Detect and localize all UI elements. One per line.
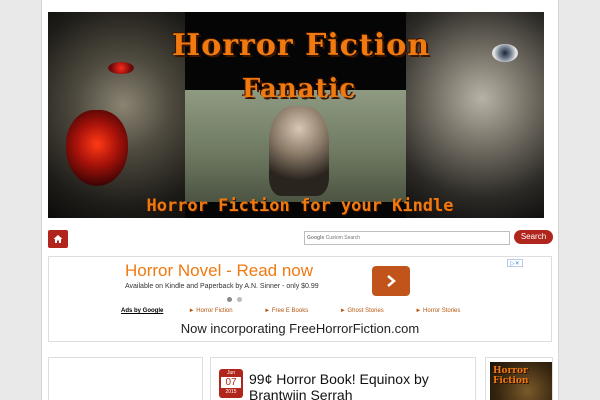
zombie-eye (108, 62, 134, 74)
banner-tagline: Horror Fiction for your Kindle (146, 196, 454, 216)
book-cover-image[interactable]: Horror Fiction (490, 362, 552, 400)
home-icon (53, 235, 63, 243)
right-sidebar-widget: Horror Fiction (485, 357, 553, 400)
ad-link-horror-fiction[interactable]: ► Horror Fiction (189, 308, 265, 314)
banner-title-line2: Fanatic (241, 74, 357, 104)
home-button[interactable] (48, 230, 68, 248)
ad-link-free-ebooks[interactable]: ► Free E Books (264, 308, 340, 314)
search-brand: Google (307, 235, 325, 241)
banner-title-line1: Horror Fiction (171, 28, 431, 63)
ad-carousel-dots (227, 297, 242, 302)
ad-arrow-button[interactable] (372, 266, 410, 296)
book-cover-text-2: Fiction (493, 376, 529, 386)
date-month: Jun (226, 370, 236, 376)
search-button[interactable]: Search (514, 230, 553, 244)
carousel-dot[interactable] (237, 297, 242, 302)
book-cover-text-1: Horror (493, 366, 528, 376)
date-year: 2015 (225, 389, 237, 395)
woman-figure (269, 106, 329, 196)
date-badge: Jun 07 2015 (219, 369, 243, 398)
ad-link-horror-stories[interactable]: ► Horror Stories (415, 308, 491, 314)
ad-title[interactable]: Horror Novel - Read now (125, 261, 313, 281)
search-input[interactable]: Google Custom Search (304, 231, 510, 245)
ad-link-ghost-stories[interactable]: ► Ghost Stories (340, 308, 416, 314)
carousel-dot[interactable] (227, 297, 232, 302)
chevron-right-icon (387, 275, 396, 287)
page-container: Horror Fiction Fanatic Horror Fiction fo… (41, 0, 559, 400)
post-title-link[interactable]: 99¢ Horror Book! Equinox by Brantwijn Se… (249, 371, 469, 400)
ad-subtitle[interactable]: Available on Kindle and Paperback by A.N… (125, 283, 319, 290)
ad-block: Horror Novel - Read now Available on Kin… (48, 256, 552, 342)
post-card: Jun 07 2015 99¢ Horror Book! Equinox by … (210, 357, 476, 400)
ad-choices-icon[interactable]: ▷✕ (507, 259, 523, 267)
date-day: 07 (221, 377, 241, 388)
nav-bar: Google Custom Search Search (48, 228, 553, 248)
left-sidebar-widget (48, 357, 203, 400)
site-banner[interactable]: Horror Fiction Fanatic Horror Fiction fo… (48, 12, 544, 218)
zombie-mouth (66, 110, 128, 186)
ads-by-google-link[interactable]: Ads by Google (121, 308, 189, 314)
ad-links: Ads by Google ► Horror Fiction ► Free E … (121, 308, 491, 314)
incorporating-notice: Now incorporating FreeHorrorFiction.com (180, 321, 420, 336)
search-placeholder: Custom Search (325, 235, 361, 241)
